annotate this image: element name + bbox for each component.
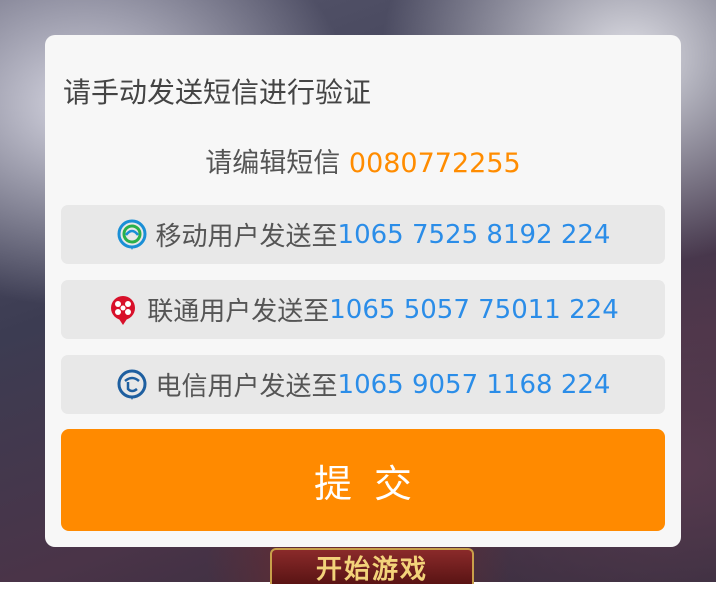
dialog-title: 请手动发送短信进行验证: [63, 76, 372, 109]
carrier-number[interactable]: 1065 5057 75011 224: [329, 295, 618, 325]
carrier-row-telecom[interactable]: 电信用户发送至 1065 9057 1168 224: [61, 355, 665, 414]
sms-code[interactable]: 0080772255: [349, 148, 521, 179]
carrier-row-mobile[interactable]: 移动用户发送至 1065 7525 8192 224: [61, 205, 665, 264]
edit-sms-instruction: 请编辑短信 0080772255: [45, 141, 681, 180]
sms-verification-dialog: 请手动发送短信进行验证 请编辑短信 0080772255 移动用户发送至 1065…: [45, 35, 681, 547]
edit-sms-label: 请编辑短信: [205, 148, 349, 179]
start-game-banner: 开始游戏: [270, 548, 474, 585]
carrier-label: 电信用户发送至: [155, 372, 338, 402]
carrier-label: 联通用户发送至: [147, 297, 330, 327]
carrier-number[interactable]: 1065 7525 8192 224: [338, 220, 611, 250]
carrier-row-unicom[interactable]: 联通用户发送至 1065 5057 75011 224: [61, 280, 665, 339]
china-mobile-logo-icon: [116, 219, 148, 251]
china-telecom-logo-icon: [116, 369, 148, 401]
carrier-number[interactable]: 1065 9057 1168 224: [338, 370, 611, 400]
submit-button[interactable]: 提交: [61, 429, 665, 531]
china-unicom-logo-icon: [107, 294, 139, 326]
carrier-label: 移动用户发送至: [155, 222, 338, 252]
